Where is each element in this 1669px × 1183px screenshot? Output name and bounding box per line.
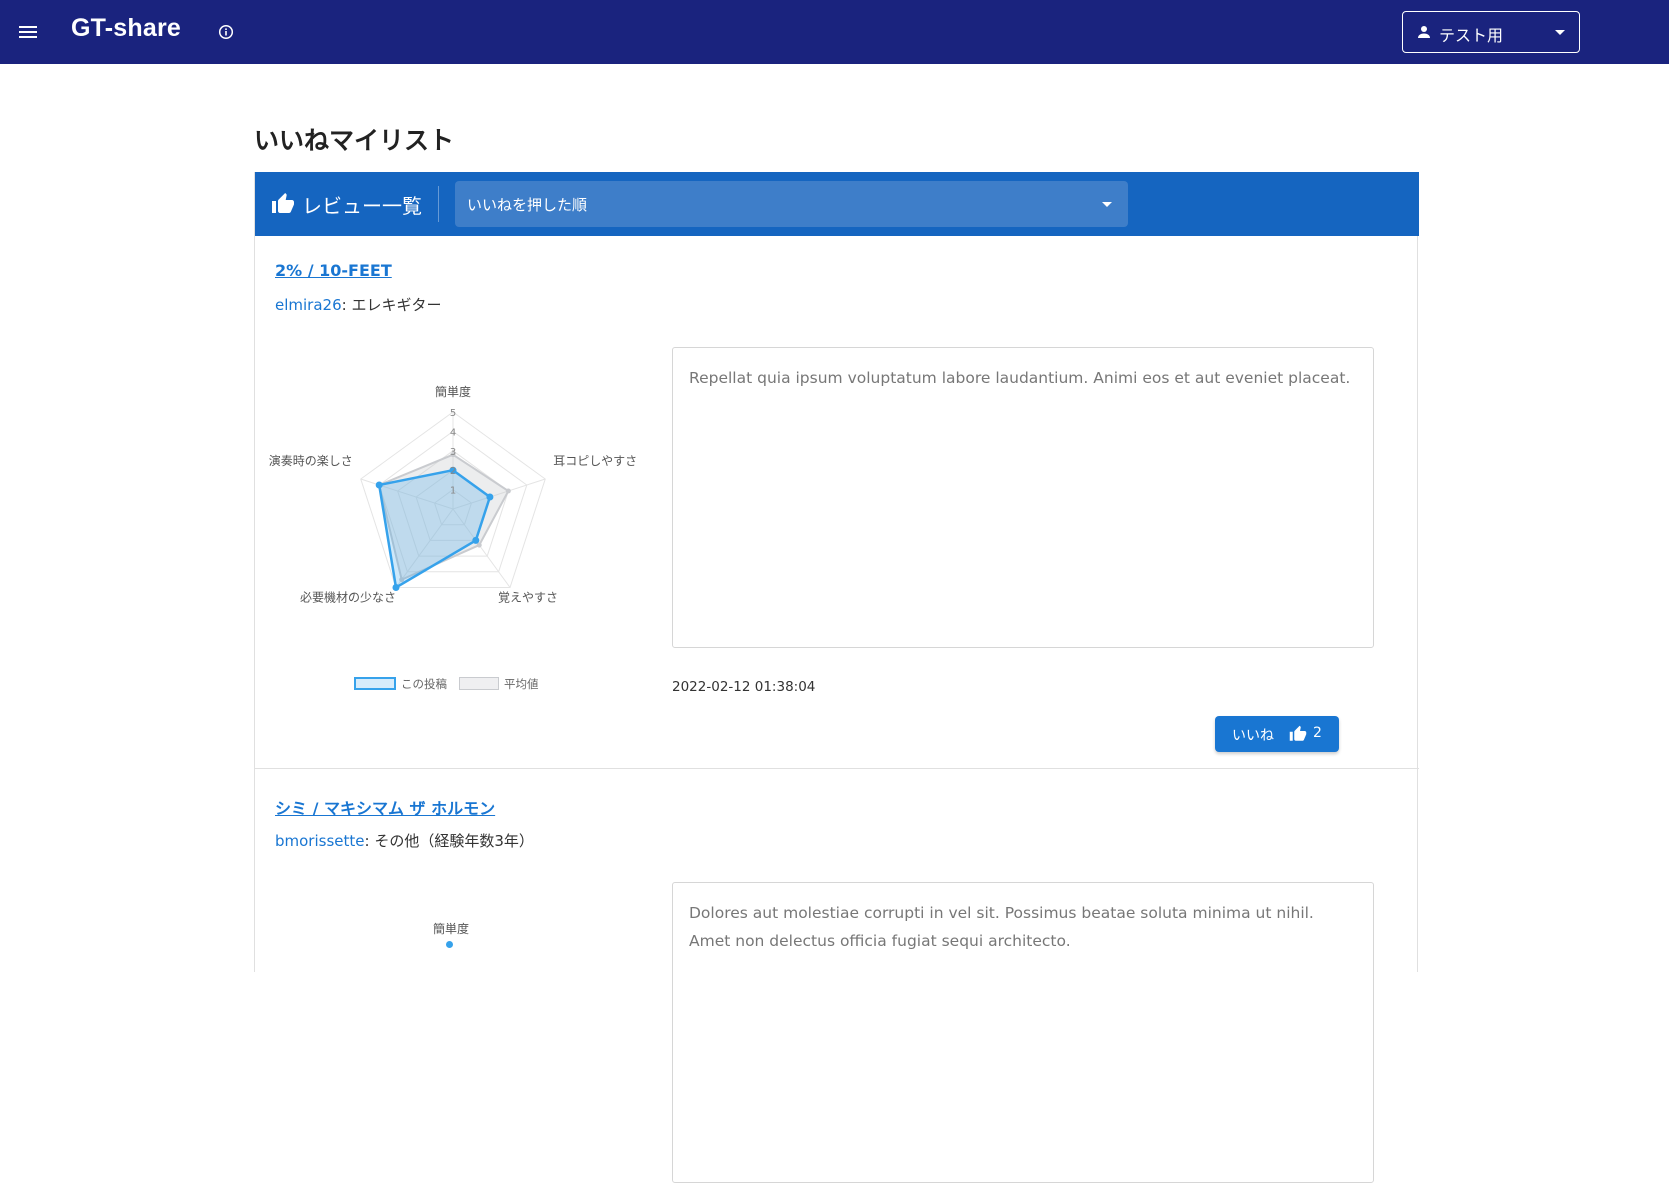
radar-tick-label: 2 <box>450 466 456 477</box>
user-name: テスト用 <box>1439 26 1504 45</box>
radar-point <box>375 481 383 489</box>
chevron-down-icon <box>1102 202 1112 207</box>
app-title[interactable]: GT-share <box>71 14 181 43</box>
account-icon <box>1418 26 1430 38</box>
user-menu-button[interactable]: テスト用 <box>1402 11 1580 53</box>
radar-chart: 1 2 3 4 5 簡単度耳コピしやすさ覚えやすさ 必要機材の少なさ 演奏時の楽しさ <box>269 384 637 604</box>
sort-selected-value: いいねを押した順 <box>467 196 588 214</box>
comment-box: Dolores aut molestiae corrupti in vel si… <box>672 882 1374 1183</box>
chevron-down-icon <box>1555 30 1565 35</box>
like-button[interactable]: いいね 2 <box>1215 716 1339 752</box>
radar-point <box>472 536 480 544</box>
thumb-up-icon <box>272 193 294 213</box>
legend-label-average: 平均値 <box>504 677 539 691</box>
author-link[interactable]: bmorissette <box>275 832 365 850</box>
review-item: 2% / 10-FEET elmira26: エレキギター 1 2 3 4 5 簡単度耳コ… <box>255 236 1419 769</box>
like-count: 2 <box>1313 725 1322 741</box>
radar-axis-label: 簡単度 <box>435 384 471 399</box>
instrument-label: : その他（経験年数3年） <box>364 832 534 850</box>
page-title: いいねマイリスト <box>254 126 455 155</box>
radar-point <box>486 493 494 501</box>
song-link[interactable]: 2% / 10-FEET <box>275 261 392 280</box>
legend-swatch-post <box>354 677 396 690</box>
author-link[interactable]: elmira26 <box>275 296 342 314</box>
radar-point <box>446 941 453 948</box>
review-item: シミ / マキシマム ザ ホルモン bmorissette: その他（経験年数3… <box>255 769 1419 1183</box>
radar-axis-label: 演奏時の楽しさ <box>269 453 353 468</box>
like-label: いいね <box>1232 728 1274 744</box>
radar-tick-label: 3 <box>450 447 456 458</box>
info-icon[interactable] <box>218 24 234 40</box>
radar-tick-label: 1 <box>450 486 456 497</box>
radar-axis-label: 耳コピしやすさ <box>553 454 637 468</box>
radar-point <box>505 488 511 494</box>
review-panel: レビュー一覧 いいねを押した順 2% / 10-FEET elmira26: エ… <box>254 172 1419 1183</box>
comment-box: Repellat quia ipsum voluptatum labore la… <box>672 347 1374 648</box>
author-line: elmira26: エレキギター <box>275 294 441 315</box>
review-toolbar: レビュー一覧 いいねを押した順 <box>255 172 1419 236</box>
radar-tick-label: 5 <box>450 408 456 419</box>
toolbar-divider <box>438 186 439 222</box>
author-line: bmorissette: その他（経験年数3年） <box>275 830 534 851</box>
radar-axis-label: 覚えやすさ <box>498 590 558 604</box>
radar-series-area <box>377 468 492 590</box>
legend-swatch-average <box>459 677 499 690</box>
app-bar: GT-share テスト用 <box>0 0 1669 64</box>
thumb-up-icon <box>1289 725 1307 741</box>
song-link[interactable]: シミ / マキシマム ザ ホルモン <box>275 795 495 819</box>
sort-select[interactable]: いいねを押した順 <box>455 181 1128 227</box>
toolbar-title: レビュー一覧 <box>302 194 422 218</box>
radar-tick-label: 4 <box>450 427 456 438</box>
menu-icon[interactable] <box>14 18 42 46</box>
radar-axis-label: 簡単度 <box>433 922 470 936</box>
timestamp: 2022-02-12 01:38:04 <box>672 679 816 695</box>
radar-axis-label: 必要機材の少なさ <box>300 589 396 604</box>
instrument-label: : エレキギター <box>341 296 442 314</box>
legend-label-post: この投稿 <box>401 677 447 691</box>
